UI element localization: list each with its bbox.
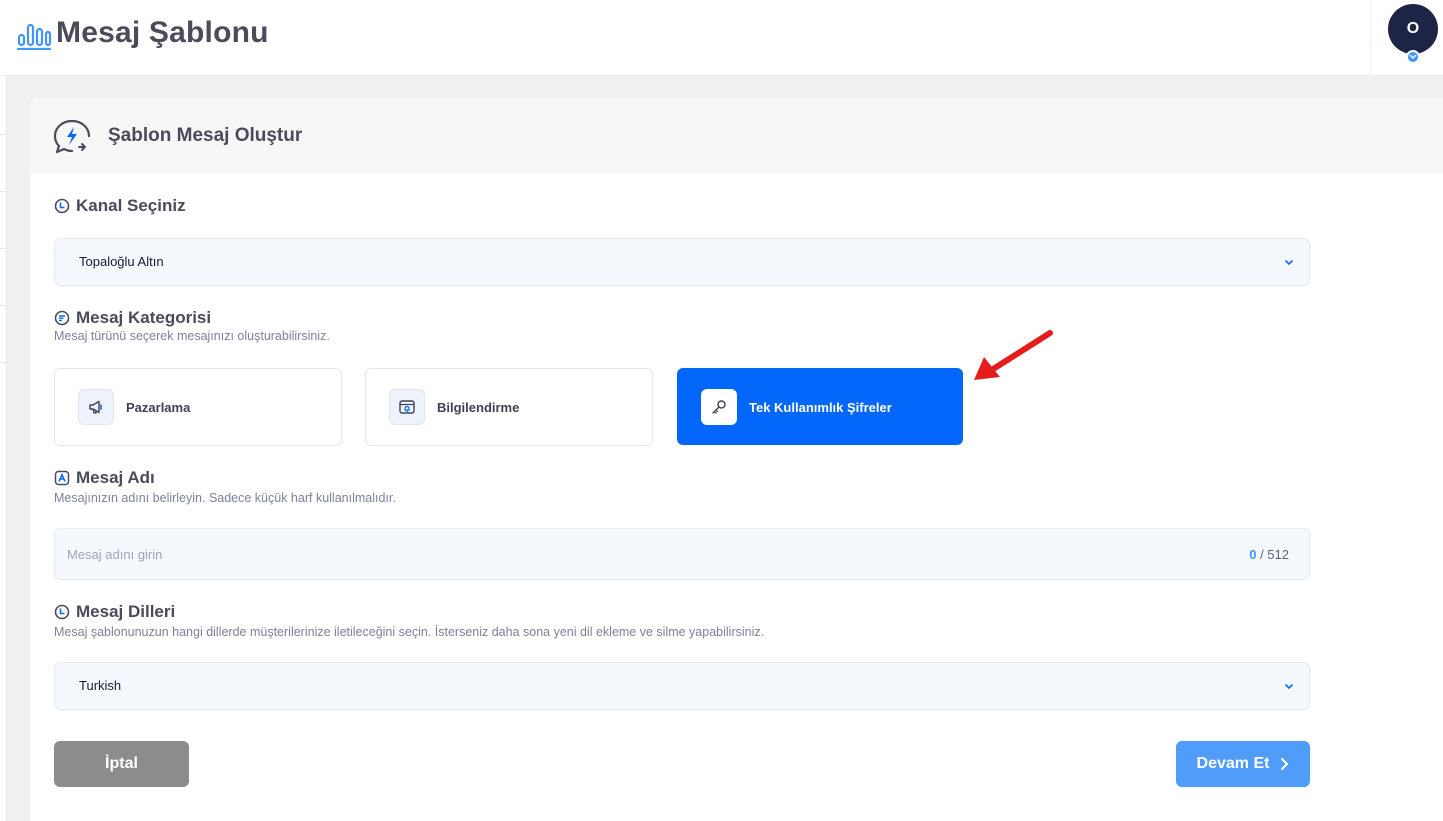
languages-section-label: Mesaj Dilleri [54,602,175,622]
continue-button[interactable]: Devam Et [1176,741,1310,787]
key-icon [701,389,737,425]
card-header: Şablon Mesaj Oluştur [30,99,1443,173]
chevron-down-icon [1285,260,1293,266]
channel-selected-value: Topaloğlu Altın [79,254,164,269]
category-label-text: Mesaj Kategorisi [76,308,212,327]
category-option-marketing[interactable]: Pazarlama [54,368,342,446]
category-option-information[interactable]: Bilgilendirme [365,368,653,446]
name-section-label: Mesaj Adı [54,468,155,488]
top-bar: Mesaj Şablonu O [0,0,1443,76]
template-form-card: Şablon Mesaj Oluştur Kanal Seçiniz Topal… [30,99,1443,821]
chevron-down-icon [1285,684,1293,690]
category-option-label: Bilgilendirme [437,400,520,415]
character-max: 512 [1267,547,1289,562]
cancel-button-label: İptal [105,755,138,772]
bar-chart-icon[interactable] [16,18,52,50]
character-counter: 0 / 512 [1249,547,1289,562]
avatar[interactable]: O [1388,4,1438,54]
category-option-otp[interactable]: Tek Kullanımlık Şifreler [677,368,963,445]
channel-section-label: Kanal Seçiniz [54,196,186,216]
card-title: Şablon Mesaj Oluştur [108,125,303,146]
chevron-down-icon[interactable] [1406,50,1420,64]
message-list-icon [54,310,70,326]
topbar-divider [1370,0,1371,76]
languages-description: Mesaj şablonunuzun hangi dillerde müşter… [54,625,765,639]
category-section-label: Mesaj Kategorisi [54,308,211,328]
language-selected-value: Turkish [79,678,122,693]
category-description: Mesaj türünü seçerek mesajınızı oluştura… [54,329,330,343]
category-option-label: Pazarlama [126,400,191,415]
cancel-button[interactable]: İptal [54,741,189,787]
megaphone-icon [78,389,114,425]
page-title: Mesaj Şablonu [56,16,269,49]
message-name-field: 0 / 512 [54,528,1310,580]
channel-label-text: Kanal Seçiniz [76,196,186,215]
message-name-input[interactable] [67,539,1167,569]
clock-icon [54,604,70,620]
continue-button-label: Devam Et [1196,755,1270,772]
name-description: Mesajınızın adını belirleyin. Sadece küç… [54,491,396,505]
channel-select[interactable]: Topaloğlu Altın [54,238,1310,286]
sidebar-edge [0,76,7,821]
text-a-icon [54,470,70,486]
category-option-label: Tek Kullanımlık Şifreler [749,400,892,415]
annotation-arrow-icon [974,330,1053,380]
languages-label-text: Mesaj Dilleri [76,602,176,621]
counter-separator: / [1256,547,1268,562]
chevron-right-icon [1281,758,1289,770]
message-flash-icon [53,119,91,154]
notification-icon [389,389,425,425]
clock-icon [54,198,70,214]
name-label-text: Mesaj Adı [76,468,155,487]
language-select[interactable]: Turkish [54,662,1310,710]
